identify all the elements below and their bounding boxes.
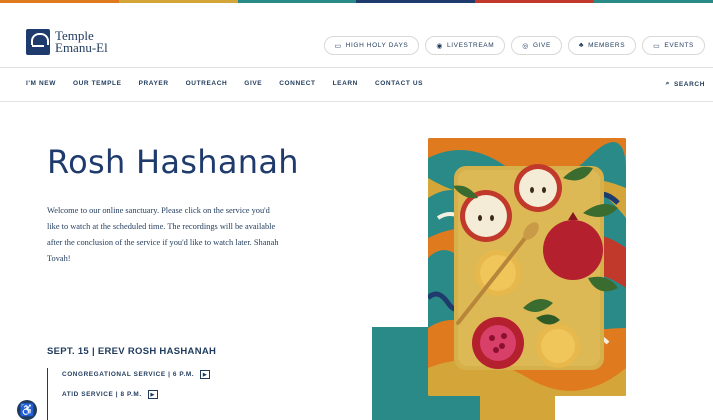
calendar-icon: ▭ bbox=[334, 42, 342, 50]
main-nav: I'M NEW OUR TEMPLE PRAYER OUTREACH GIVE … bbox=[26, 80, 423, 87]
logo-line-2: Emanu-El bbox=[55, 40, 108, 55]
util-label: MEMBERS bbox=[588, 42, 626, 49]
utility-nav: ▭ HIGH HOLY DAYS ◉ LIVESTREAM ◎ GIVE ♣ M… bbox=[323, 36, 705, 55]
accessibility-button[interactable]: ♿ bbox=[17, 400, 37, 420]
util-label: GIVE bbox=[532, 42, 551, 49]
service-label: CONGREGATIONAL SERVICE | 6 P.M. bbox=[62, 371, 195, 378]
accessibility-icon: ♿ bbox=[19, 403, 35, 417]
nav-item-contact-us[interactable]: CONTACT US bbox=[375, 80, 423, 87]
util-events-button[interactable]: ▭ EVENTS bbox=[642, 36, 705, 55]
util-high-holy-days-button[interactable]: ▭ HIGH HOLY DAYS bbox=[323, 36, 420, 55]
page-title: Rosh Hashanah bbox=[47, 143, 299, 181]
util-give-button[interactable]: ◎ GIVE bbox=[511, 36, 562, 55]
nav-item-outreach[interactable]: OUTREACH bbox=[186, 80, 228, 87]
logo-wordmark: Temple Emanu-El bbox=[55, 29, 108, 55]
nav-item-connect[interactable]: CONNECT bbox=[279, 80, 315, 87]
nav-item-prayer[interactable]: PRAYER bbox=[139, 80, 169, 87]
calendar-icon: ▭ bbox=[653, 42, 661, 50]
decorative-gold-block bbox=[480, 396, 555, 420]
util-label: LIVESTREAM bbox=[447, 42, 495, 49]
nav-item-give[interactable]: GIVE bbox=[244, 80, 262, 87]
header-divider bbox=[0, 67, 713, 68]
schedule-date-heading: SEPT. 15 | EREV ROSH HASHANAH bbox=[47, 346, 217, 357]
util-members-button[interactable]: ♣ MEMBERS bbox=[567, 36, 637, 55]
util-label: HIGH HOLY DAYS bbox=[345, 42, 409, 49]
service-list: CONGREGATIONAL SERVICE | 6 P.M. ▶ ATID S… bbox=[47, 368, 211, 420]
service-label: ATID SERVICE | 8 P.M. bbox=[62, 391, 142, 398]
heart-icon: ◎ bbox=[522, 42, 529, 50]
service-link-atid[interactable]: ATID SERVICE | 8 P.M. ▶ bbox=[62, 388, 210, 401]
nav-divider bbox=[0, 101, 713, 102]
nav-item-learn[interactable]: LEARN bbox=[333, 80, 358, 87]
play-circle-icon: ◉ bbox=[436, 42, 444, 50]
temple-logo[interactable]: Temple Emanu-El bbox=[26, 29, 108, 55]
nav-item-im-new[interactable]: I'M NEW bbox=[26, 80, 56, 87]
util-livestream-button[interactable]: ◉ LIVESTREAM bbox=[425, 36, 506, 55]
intro-paragraph: Welcome to our online sanctuary. Please … bbox=[47, 206, 279, 263]
nav-item-our-temple[interactable]: OUR TEMPLE bbox=[73, 80, 122, 87]
logo-emblem-icon bbox=[26, 29, 50, 55]
search-button[interactable]: ⌕ SEARCH bbox=[666, 80, 705, 88]
people-icon: ♣ bbox=[578, 42, 585, 49]
play-icon: ▶ bbox=[147, 390, 158, 399]
search-icon: ⌕ bbox=[665, 80, 670, 87]
service-link-congregational[interactable]: CONGREGATIONAL SERVICE | 6 P.M. ▶ bbox=[62, 368, 211, 381]
hero-illustration bbox=[428, 138, 626, 396]
play-icon: ▶ bbox=[200, 370, 211, 379]
util-label: EVENTS bbox=[664, 42, 694, 49]
search-label: SEARCH bbox=[673, 80, 705, 88]
site-header: Temple Emanu-El ▭ HIGH HOLY DAYS ◉ LIVES… bbox=[0, 3, 713, 67]
